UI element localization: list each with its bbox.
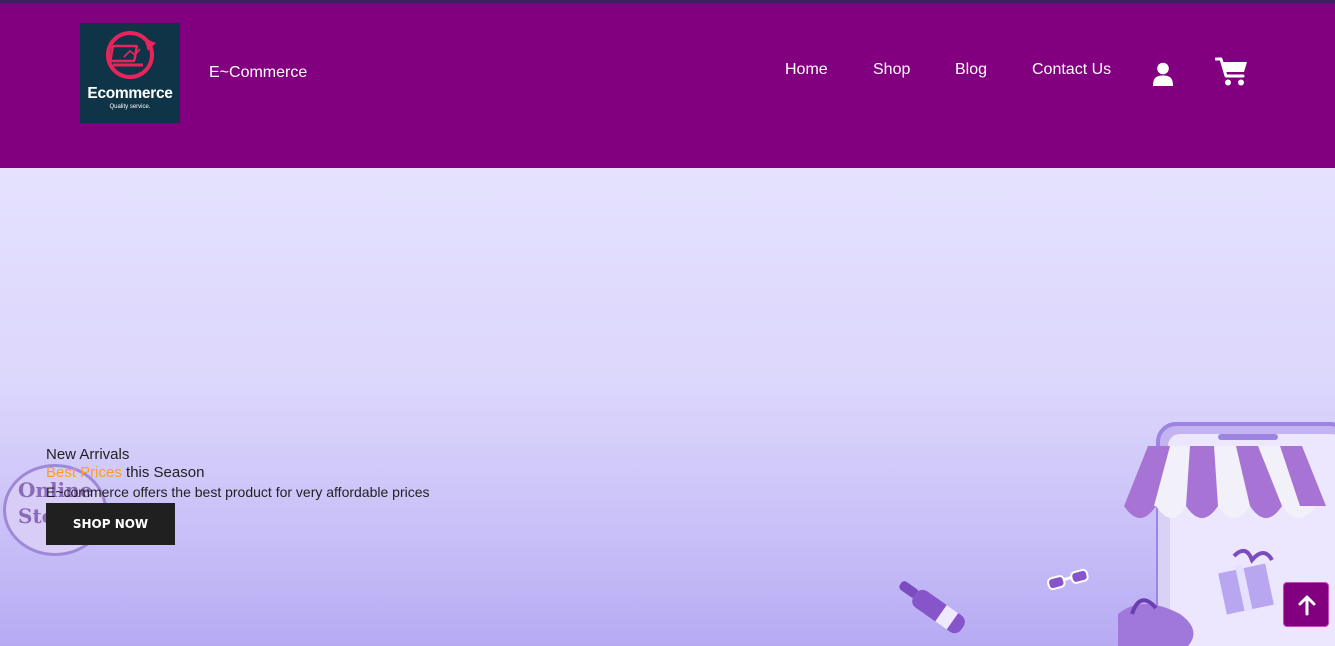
shop-now-button[interactable]: SHOP NOW [46,503,175,545]
header-navbar: Ecommerce Quality service. E~Commerce Ho… [0,3,1335,168]
hero-description: E~commerce offers the best product for v… [46,484,430,500]
scroll-to-top-button[interactable] [1283,582,1329,627]
user-icon[interactable] [1152,62,1174,86]
nav-home[interactable]: Home [785,61,828,79]
cart-icon[interactable] [1215,57,1249,87]
hero-accent-text: Best Prices [46,464,122,481]
main-nav: Home Shop Blog Contact Us [0,61,1335,87]
hero-subheadline: Best Prices this Season [46,464,430,482]
logo-title: Ecommerce [87,85,173,102]
nav-shop[interactable]: Shop [873,61,910,79]
hero-headline: New Arrivals [46,446,130,463]
arrow-up-icon [1298,595,1316,616]
nav-blog[interactable]: Blog [955,61,987,79]
nav-contact-us[interactable]: Contact Us [1032,61,1111,79]
logo-tagline: Quality service. [109,104,151,110]
hero-banner: Online Store [0,168,1335,646]
hero-text-block: New Arrivals Best Prices this Season E~c… [46,446,430,502]
storefront-illustration [899,422,1335,646]
hero-subheadline-rest: this Season [121,464,205,481]
